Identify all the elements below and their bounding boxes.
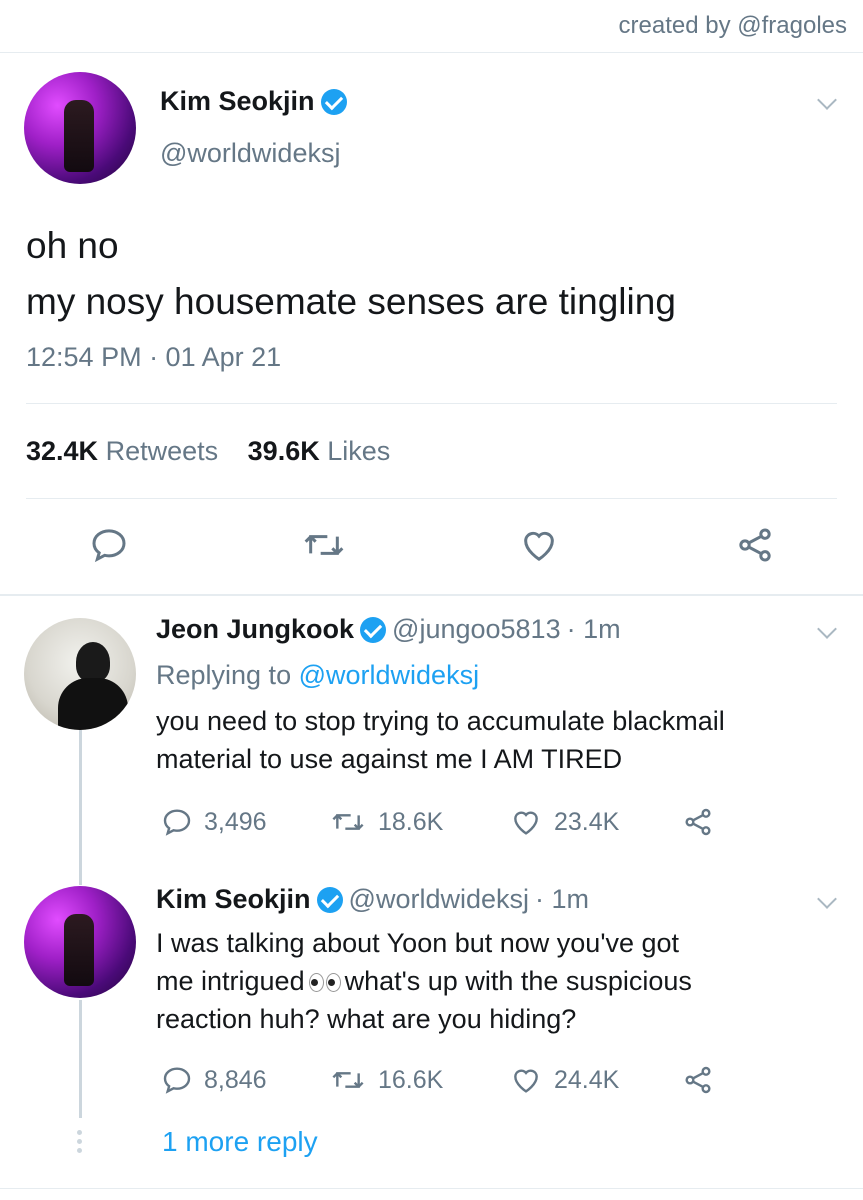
retweets-count: 32.4K xyxy=(26,436,99,466)
reply-text-fragment: me intrigued xyxy=(156,966,305,996)
reply-author-name[interactable]: Kim Seokjin xyxy=(156,884,311,915)
replying-to: Replying to @worldwideksj xyxy=(156,660,479,691)
tweet-text-line: my nosy housemate senses are tingling xyxy=(26,281,676,322)
share-button[interactable] xyxy=(680,1064,716,1096)
retweet-icon xyxy=(332,814,364,830)
credit-text: created by @fragoles xyxy=(618,12,847,39)
reply-icon xyxy=(163,1067,191,1094)
like-icon xyxy=(514,811,538,835)
divider xyxy=(26,403,837,404)
retweet-count: 18.6K xyxy=(378,807,444,836)
retweet-icon[interactable] xyxy=(302,525,346,570)
reply-text-line: me intrigued what's up with the suspiciou… xyxy=(156,962,692,1000)
retweets-stat[interactable]: 32.4K Retweets xyxy=(26,436,218,466)
reply-text-line: reaction huh? what are you hiding? xyxy=(156,1004,577,1034)
like-count: 23.4K xyxy=(554,807,620,836)
replying-to-label: Replying to xyxy=(156,660,292,690)
reply-author-row[interactable]: Kim Seokjin @worldwideksj · 1m xyxy=(156,884,589,915)
reply-author-handle[interactable]: @jungoo5813 xyxy=(392,614,561,645)
tweet-text-line: oh no xyxy=(26,225,119,266)
avatar[interactable] xyxy=(24,886,136,998)
replying-to-handle[interactable]: @worldwideksj xyxy=(299,660,479,690)
retweet-icon xyxy=(332,1072,364,1088)
chevron-down-icon[interactable] xyxy=(817,619,837,639)
reply-button[interactable]: 8,846 xyxy=(160,1064,328,1096)
tweet-stats: 32.4K Retweets 39.6K Likes xyxy=(26,436,390,467)
verified-badge-icon xyxy=(320,88,347,115)
reply-time[interactable]: · 1m xyxy=(567,614,621,645)
verified-badge-icon xyxy=(360,616,387,643)
divider xyxy=(0,1188,863,1189)
verified-badge-icon xyxy=(316,886,343,913)
retweet-button[interactable]: 18.6K xyxy=(328,806,508,838)
reply-text-line: you need to stop trying to accumulate bl… xyxy=(156,706,725,736)
like-icon xyxy=(514,1069,538,1093)
author-name[interactable]: Kim Seokjin xyxy=(160,86,315,117)
reply-time[interactable]: · 1m xyxy=(535,884,589,915)
author-handle[interactable]: @worldwideksj xyxy=(160,138,340,169)
like-icon[interactable] xyxy=(518,525,560,570)
avatar[interactable] xyxy=(24,72,136,184)
like-button[interactable]: 24.4K xyxy=(508,1064,680,1096)
reply-author-row[interactable]: Jeon Jungkook @jungoo5813 · 1m xyxy=(156,614,621,645)
thread-line xyxy=(79,730,82,885)
reply-icon[interactable] xyxy=(89,525,129,570)
chevron-down-icon[interactable] xyxy=(817,90,837,110)
likes-stat[interactable]: 39.6K Likes xyxy=(248,436,391,466)
more-replies-dots xyxy=(77,1130,83,1157)
share-button[interactable] xyxy=(680,806,716,838)
reply-button[interactable]: 3,496 xyxy=(160,806,328,838)
share-icon[interactable] xyxy=(734,525,776,570)
reply-count: 3,496 xyxy=(204,807,267,836)
reply-action-bar: 8,846 16.6K 24.4K xyxy=(160,1064,716,1096)
reply-count: 8,846 xyxy=(204,1065,267,1094)
divider xyxy=(26,498,837,499)
reply-icon xyxy=(163,809,191,836)
share-icon xyxy=(685,1066,711,1094)
retweet-count: 16.6K xyxy=(378,1065,444,1094)
author-name-row[interactable]: Kim Seokjin xyxy=(160,86,347,117)
reply-text-fragment: what's up with the suspicious xyxy=(344,966,692,996)
reply-text-line: material to use against me I AM TIRED xyxy=(156,744,623,774)
divider xyxy=(0,52,863,53)
tweet-text: oh no my nosy housemate senses are tingl… xyxy=(26,218,676,330)
chevron-down-icon[interactable] xyxy=(817,889,837,909)
like-button[interactable]: 23.4K xyxy=(508,806,680,838)
reply-author-name[interactable]: Jeon Jungkook xyxy=(156,614,354,645)
reply-text-line: I was talking about Yoon but now you've … xyxy=(156,928,680,958)
thread-line xyxy=(79,1000,82,1118)
avatar[interactable] xyxy=(24,618,136,730)
retweet-button[interactable]: 16.6K xyxy=(328,1064,508,1096)
reply-author-handle[interactable]: @worldwideksj xyxy=(349,884,529,915)
retweets-label: Retweets xyxy=(105,436,219,466)
likes-count: 39.6K xyxy=(247,436,320,466)
reply-text: you need to stop trying to accumulate bl… xyxy=(156,702,725,778)
divider xyxy=(0,594,863,596)
more-replies-link[interactable]: 1 more reply xyxy=(162,1126,318,1158)
like-count: 24.4K xyxy=(554,1065,620,1094)
tweet-timestamp[interactable]: 12:54 PM · 01 Apr 21 xyxy=(26,342,281,373)
likes-label: Likes xyxy=(327,436,391,466)
share-icon xyxy=(685,808,711,836)
eyes-emoji xyxy=(308,973,341,993)
reply-action-bar: 3,496 18.6K 23.4K xyxy=(160,806,716,838)
reply-text: I was talking about Yoon but now you've … xyxy=(156,924,692,1038)
